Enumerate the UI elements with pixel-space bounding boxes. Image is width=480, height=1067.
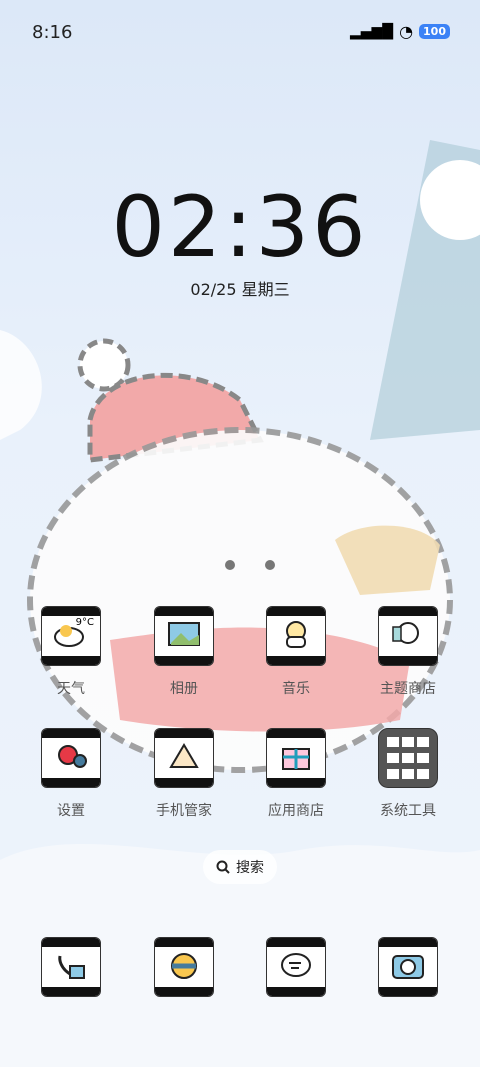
lock-clock: 02:36: [111, 178, 369, 276]
dock-camera[interactable]: [358, 937, 458, 997]
dock-phone[interactable]: [21, 937, 121, 997]
app-store[interactable]: 应用商店: [246, 728, 346, 820]
browser-icon: [154, 937, 214, 997]
battery-icon: 100: [419, 24, 450, 39]
wallpaper: [0, 140, 480, 1067]
app-settings[interactable]: 设置: [21, 728, 121, 820]
app-label: 主题商店: [380, 681, 436, 697]
app-weather[interactable]: 9°C 天气: [21, 606, 121, 698]
status-bar: 8:16 ▂▄▆█ ◔ 100: [0, 0, 480, 68]
messages-icon: [266, 937, 326, 997]
app-label: 应用商店: [268, 803, 324, 819]
settings-icon: [41, 728, 101, 788]
app-folder[interactable]: 系统工具: [358, 728, 458, 820]
search-icon: [216, 860, 230, 874]
search-label: 搜索: [236, 860, 264, 876]
app-label: 设置: [57, 803, 85, 819]
folder-icon: [378, 728, 438, 788]
dock-browser[interactable]: [134, 937, 234, 997]
weather-icon: 9°C: [41, 606, 101, 666]
music-icon: [266, 606, 326, 666]
dock-messages[interactable]: [246, 937, 346, 997]
camera-icon: [378, 937, 438, 997]
app-label: 手机管家: [156, 803, 212, 819]
app-label: 音乐: [282, 681, 310, 697]
security-icon: [154, 728, 214, 788]
themes-icon: [378, 606, 438, 666]
phone-icon: [41, 937, 101, 997]
search-button[interactable]: 搜索: [203, 850, 277, 884]
app-label: 天气: [57, 681, 85, 697]
app-label: 相册: [170, 681, 198, 697]
lock-date: 02/25 星期三: [190, 280, 290, 299]
app-label: 系统工具: [380, 803, 436, 819]
app-themes[interactable]: 主题商店: [358, 606, 458, 698]
app-music[interactable]: 音乐: [246, 606, 346, 698]
status-time: 8:16: [32, 22, 73, 43]
signal-icon: ▂▄▆█: [349, 23, 394, 40]
app-gallery[interactable]: 相册: [134, 606, 234, 698]
app-security[interactable]: 手机管家: [134, 728, 234, 820]
wifi-icon: ◔: [399, 22, 414, 41]
gallery-icon: [154, 606, 214, 666]
app-store-icon: [266, 728, 326, 788]
status-icons: ▂▄▆█ ◔ 100: [350, 22, 450, 41]
